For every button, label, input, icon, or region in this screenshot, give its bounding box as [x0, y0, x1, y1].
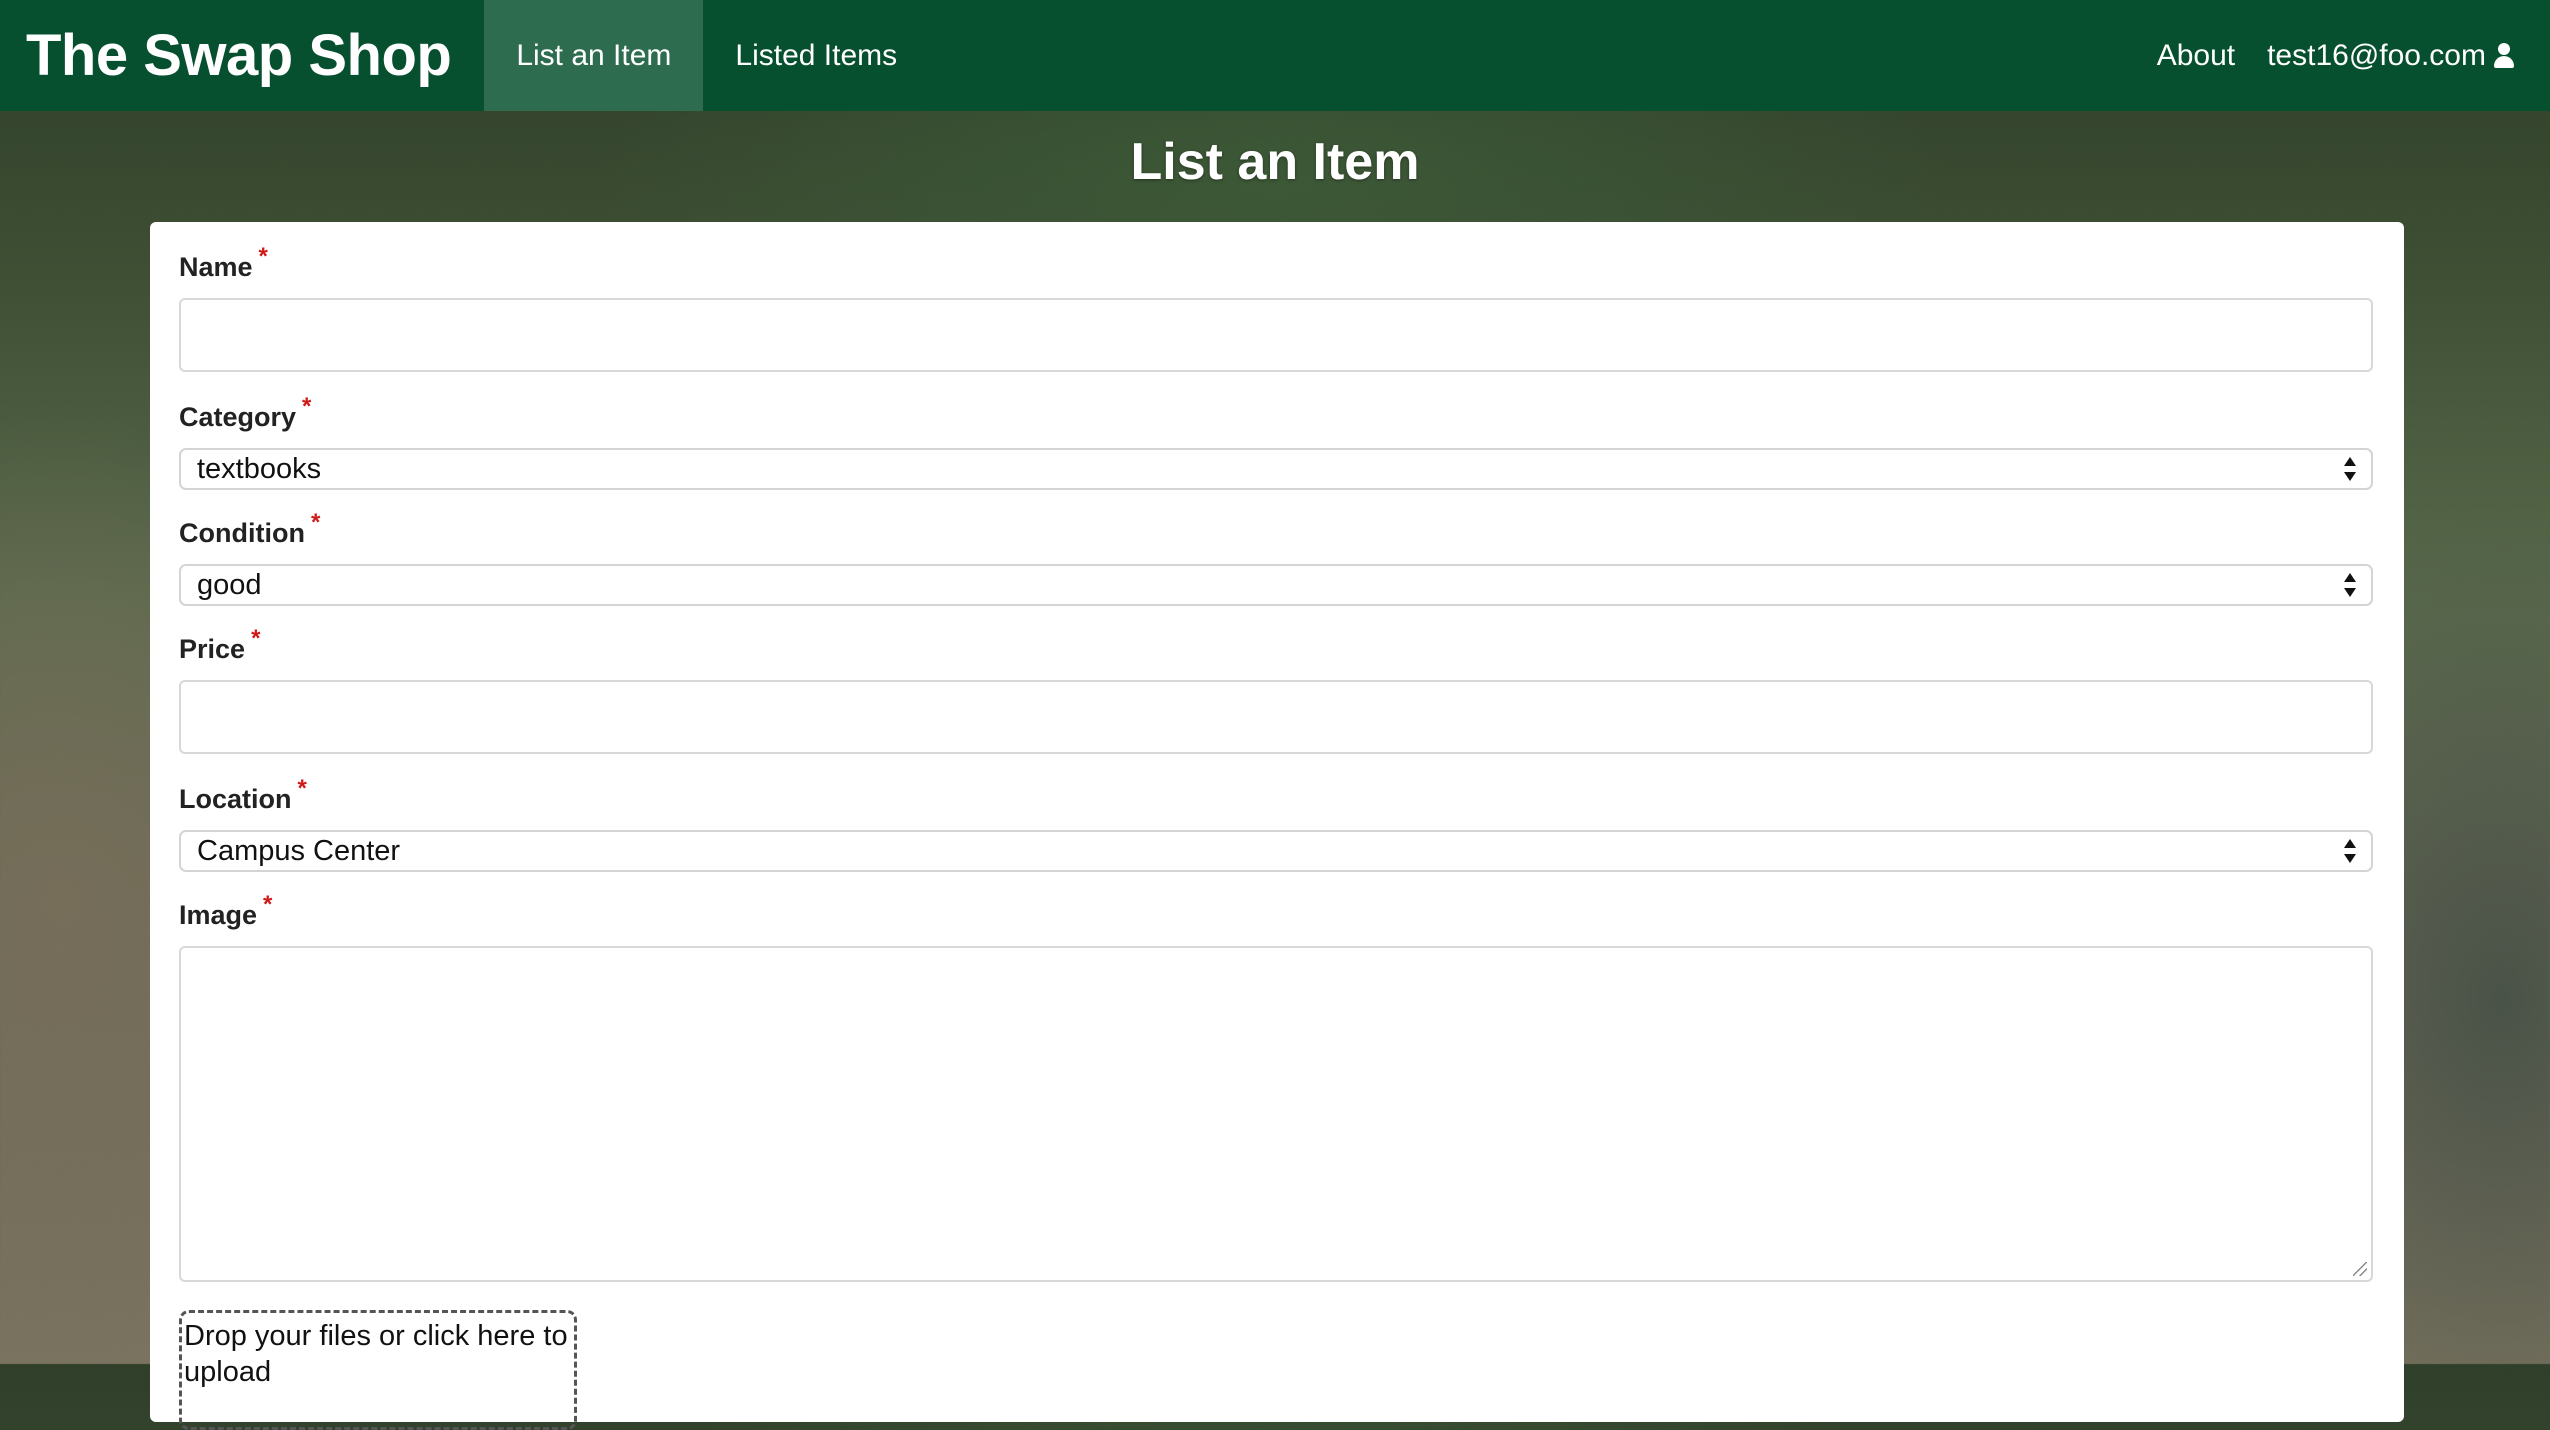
image-label: Image * [179, 891, 273, 930]
page-title: List an Item [1130, 133, 1420, 191]
location-select[interactable]: Campus Center [179, 830, 2373, 872]
name-label: Name * [179, 243, 268, 282]
nav-about[interactable]: About [2125, 0, 2235, 111]
required-marker: * [251, 625, 261, 652]
select-arrows-icon [2343, 573, 2357, 597]
location-label: Location * [179, 775, 307, 814]
nav-list-item[interactable]: List an Item [484, 0, 704, 111]
category-label: Category * [179, 393, 312, 432]
category-selected-value: textbooks [197, 452, 322, 485]
condition-label: Condition * [179, 509, 321, 548]
list-item-form: Name * Category * textbooks Condition * goo… [150, 222, 2404, 1430]
image-textarea[interactable] [179, 946, 2373, 1282]
file-dropzone[interactable]: Drop your files or click here to upload [179, 1310, 577, 1430]
category-select[interactable]: textbooks [179, 448, 2373, 490]
nav-listed-items[interactable]: Listed Items [703, 0, 929, 111]
required-marker: * [302, 393, 312, 420]
select-arrows-icon [2343, 839, 2357, 863]
nav-user-menu[interactable]: test16@foo.com [2235, 0, 2550, 111]
name-input[interactable] [179, 298, 2373, 372]
brand-logo[interactable]: The Swap Shop [0, 0, 484, 111]
user-email: test16@foo.com [2267, 38, 2486, 72]
required-marker: * [310, 509, 321, 536]
location-selected-value: Campus Center [197, 834, 401, 867]
top-navbar: The Swap Shop List an Item Listed Items … [0, 0, 2550, 111]
price-label: Price * [179, 625, 261, 664]
required-marker: * [263, 891, 273, 918]
required-marker: * [258, 243, 268, 270]
user-icon [2494, 42, 2514, 69]
resize-handle-icon[interactable] [2353, 1262, 2367, 1276]
condition-select[interactable]: good [179, 564, 2373, 606]
select-arrows-icon [2343, 457, 2357, 481]
condition-selected-value: good [197, 568, 262, 601]
price-input[interactable] [179, 680, 2373, 754]
required-marker: * [297, 775, 307, 802]
